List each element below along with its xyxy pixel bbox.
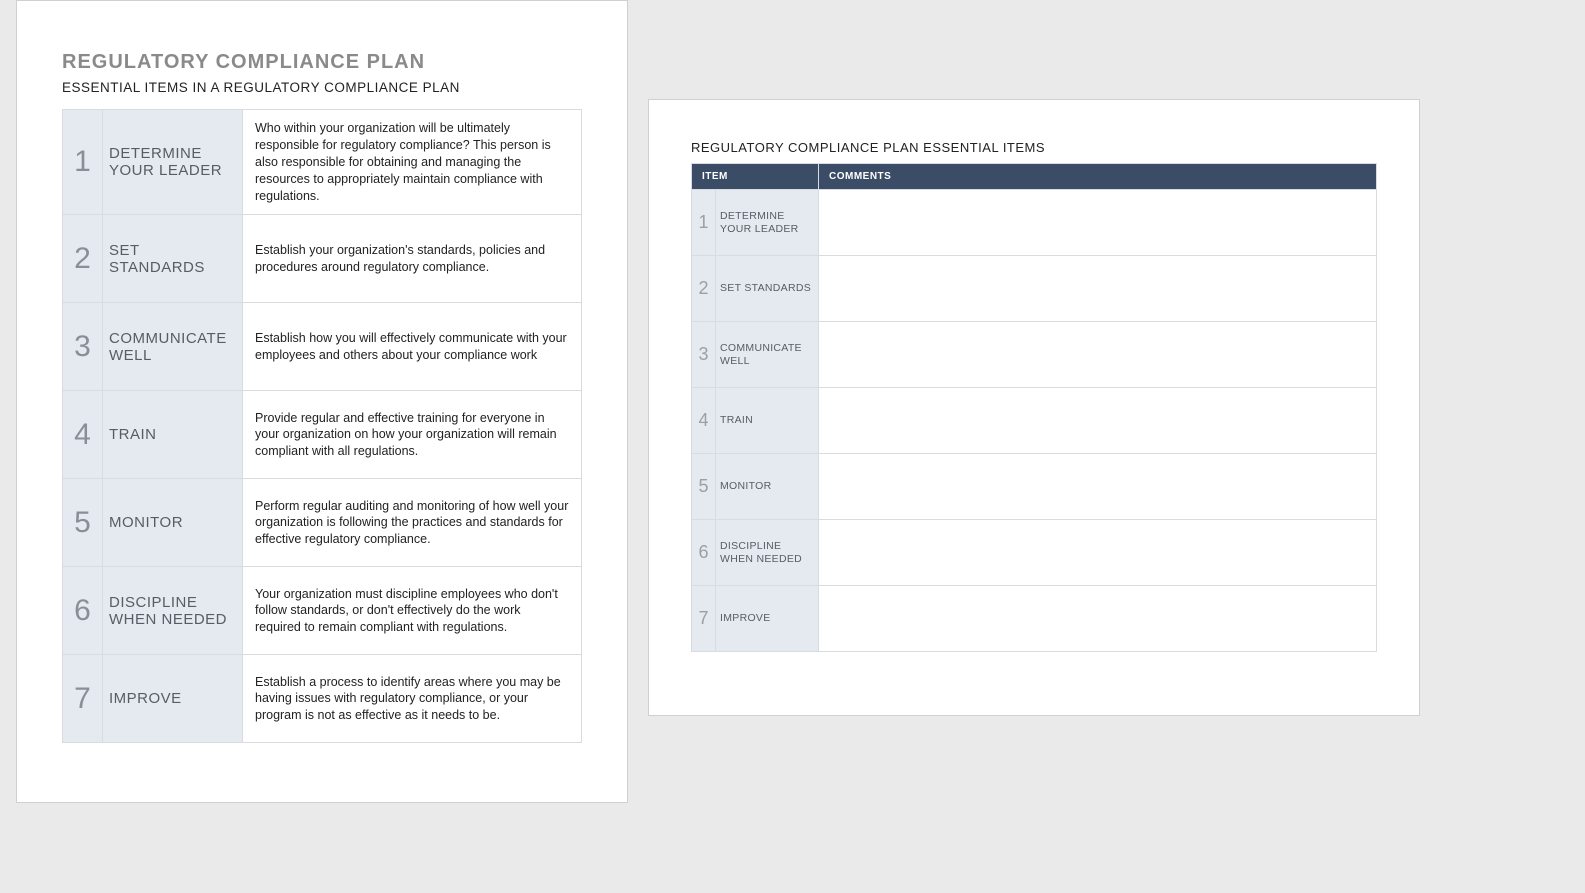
row-number: 2 [692,256,716,322]
table-row: 4TRAIN [692,388,1377,454]
row-label: DISCIPLINE WHEN NEEDED [103,567,243,655]
row-comment[interactable] [819,586,1377,652]
row-label: TRAIN [103,391,243,479]
row-number: 7 [692,586,716,652]
table-row: 1DETERMINE YOUR LEADERWho within your or… [63,110,582,215]
table-row: 7IMPROVEEstablish a process to identify … [63,655,582,743]
row-label: DETERMINE YOUR LEADER [103,110,243,215]
row-comment[interactable] [819,322,1377,388]
table-row: 2SET STANDARDSEstablish your organizatio… [63,215,582,303]
row-comment[interactable] [819,454,1377,520]
essential-items-table: 1DETERMINE YOUR LEADERWho within your or… [62,109,582,743]
row-number: 3 [63,303,103,391]
row-label: COMMUNICATE WELL [716,322,819,388]
table-row: 2SET STANDARDS [692,256,1377,322]
row-label: TRAIN [716,388,819,454]
table-row: 4TRAINProvide regular and effective trai… [63,391,582,479]
row-comment[interactable] [819,190,1377,256]
row-label: SET STANDARDS [716,256,819,322]
table-row: 3COMMUNICATE WELL [692,322,1377,388]
row-label: IMPROVE [716,586,819,652]
header-comments: COMMENTS [819,164,1377,190]
row-number: 4 [63,391,103,479]
table-row: 5MONITOR [692,454,1377,520]
row-label: IMPROVE [103,655,243,743]
comments-table: ITEM COMMENTS 1DETERMINE YOUR LEADER2SET… [691,163,1377,652]
row-number: 5 [692,454,716,520]
table-row: 6DISCIPLINE WHEN NEEDEDYour organization… [63,567,582,655]
table-row: 1DETERMINE YOUR LEADER [692,190,1377,256]
row-label: MONITOR [716,454,819,520]
row-comment[interactable] [819,388,1377,454]
row-number: 1 [63,110,103,215]
row-number: 7 [63,655,103,743]
row-comment[interactable] [819,520,1377,586]
row-label: COMMUNICATE WELL [103,303,243,391]
row-number: 2 [63,215,103,303]
page-wrap: REGULATORY COMPLIANCE PLAN ESSENTIAL ITE… [0,0,1585,803]
page-right: REGULATORY COMPLIANCE PLAN ESSENTIAL ITE… [648,99,1420,716]
row-label: DISCIPLINE WHEN NEEDED [716,520,819,586]
row-number: 6 [692,520,716,586]
page-subtitle: ESSENTIAL ITEMS IN A REGULATORY COMPLIAN… [62,80,582,95]
row-description: Establish your organization's standards,… [243,215,582,303]
row-description: Your organization must discipline employ… [243,567,582,655]
row-label: SET STANDARDS [103,215,243,303]
row-label: DETERMINE YOUR LEADER [716,190,819,256]
row-description: Provide regular and effective training f… [243,391,582,479]
row-description: Perform regular auditing and monitoring … [243,479,582,567]
table-row: 3COMMUNICATE WELLEstablish how you will … [63,303,582,391]
row-number: 3 [692,322,716,388]
page-left: REGULATORY COMPLIANCE PLAN ESSENTIAL ITE… [16,0,628,803]
table-row: 5MONITORPerform regular auditing and mon… [63,479,582,567]
header-item: ITEM [692,164,819,190]
row-comment[interactable] [819,256,1377,322]
row-description: Who within your organization will be ult… [243,110,582,215]
row-number: 5 [63,479,103,567]
row-number: 4 [692,388,716,454]
row-number: 6 [63,567,103,655]
right-page-title: REGULATORY COMPLIANCE PLAN ESSENTIAL ITE… [691,140,1377,155]
row-description: Establish how you will effectively commu… [243,303,582,391]
table-row: 6DISCIPLINE WHEN NEEDED [692,520,1377,586]
row-label: MONITOR [103,479,243,567]
row-number: 1 [692,190,716,256]
table-row: 7IMPROVE [692,586,1377,652]
row-description: Establish a process to identify areas wh… [243,655,582,743]
page-title: REGULATORY COMPLIANCE PLAN [62,51,582,74]
